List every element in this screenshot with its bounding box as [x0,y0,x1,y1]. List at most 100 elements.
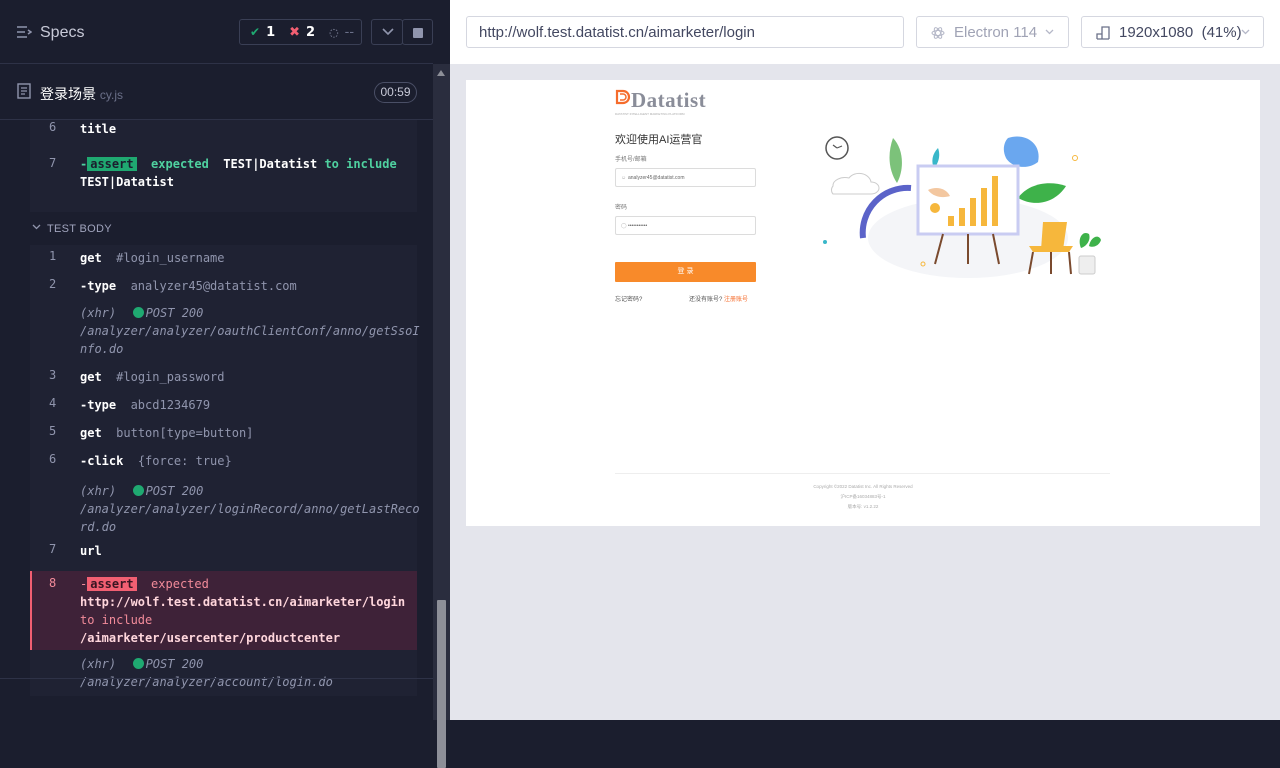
command-arg: analyzer45@datatist.com [130,279,297,293]
command-row[interactable]: 5 get button[type=button] [30,422,417,450]
command-name: get [80,370,102,384]
command-row[interactable]: 1 get #login_username [30,245,417,273]
command-log-scrollbar[interactable] [433,64,450,768]
logo-text: Datatist [631,88,707,112]
xhr-row[interactable]: (xhr) POST 200/analyzer/analyzer/loginRe… [30,478,420,542]
xhr-method: POST 200 [145,484,204,498]
command-arg: {force: true} [137,454,232,468]
specs-list-icon[interactable] [16,25,32,39]
username-value: analyzer45@datatist.com [628,175,685,181]
command-arg: #login_password [116,370,225,384]
xhr-path: /analyzer/analyzer/oauthClientConf/anno/… [80,324,420,338]
reporter-header: Specs ✔ 1 ✖ 2 ◌ -- [0,0,433,64]
command-name: get [80,426,102,440]
pending-stat: ◌ -- [315,25,354,40]
command-log-panel: Specs ✔ 1 ✖ 2 ◌ -- 登录场景 cy.js 00:59 6 title… [0,0,450,768]
viewport-icon [1096,26,1110,40]
xhr-method: POST 200 [145,657,204,671]
viewport-size: 1920x1080 [1119,24,1194,41]
command-row[interactable]: 7 url [30,542,417,571]
chevron-down-icon [32,224,41,230]
xhr-path: /analyzer/analyzer/loginRecord/anno/getL… [80,502,420,516]
password-label: 密码 [615,205,628,211]
spec-name[interactable]: 登录场景 cy.js [40,84,123,104]
command-number: 6 [49,120,57,134]
assert-value: TEST|Datatist [80,175,174,189]
lock-icon: ◯ [621,223,627,229]
password-value: ••••••••••• [628,223,648,229]
viewport-selector[interactable]: 1920x1080 (41%) [1081,16,1264,48]
command-row[interactable]: 6 title [30,120,417,148]
command-row[interactable]: 7 - assert expected TEST|Datatist to incl… [30,148,417,212]
command-name: url [80,544,102,558]
command-row[interactable]: 3 get #login_password [30,366,417,394]
login-illustration [823,136,1101,278]
command-name: get [80,251,102,265]
phone-label: 手机号/邮箱 [615,157,647,163]
footer-divider [615,473,1110,474]
chevron-down-icon [1241,29,1250,35]
stop-button[interactable] [402,19,433,45]
section-title: TEST BODY [47,223,112,235]
assert-text: to include [324,157,397,171]
test-body-section[interactable]: TEST BODY [30,212,417,245]
command-number: 4 [49,396,57,410]
failed-command-row[interactable]: 8 - assert expected http://wolf.test.datat… [30,571,417,650]
command-name: -type [80,398,117,412]
app-preview-panel: http://wolf.test.datatist.cn/aimarketer/… [450,0,1280,720]
assert-text: expected [151,577,209,591]
assert-text: expected [151,157,209,171]
password-field[interactable]: ◯ ••••••••••• [615,216,756,235]
command-arg: abcd1234679 [130,398,211,412]
app-under-test: Datatist DATATIST INTELLIGENT MARKETING … [466,80,1260,526]
command-list: 6 title 7 - assert expected TEST|Datatist… [30,120,420,696]
url-field[interactable]: http://wolf.test.datatist.cn/aimarketer/… [466,16,904,48]
chevron-down-icon [1045,29,1054,35]
command-number: 2 [49,277,57,291]
no-account-text: 还没有账号? [689,297,723,303]
forgot-password-link[interactable]: 忘记密码? [615,294,642,303]
preview-toolbar: http://wolf.test.datatist.cn/aimarketer/… [450,0,1280,64]
browser-selector[interactable]: Electron 114 [916,16,1069,48]
xhr-label: (xhr) [80,306,117,320]
scrollbar-thumb[interactable] [437,600,446,768]
command-number: 1 [49,249,57,263]
x-icon: ✖ [289,24,301,40]
passed-stat: ✔ 1 [240,25,275,40]
stop-icon [413,28,423,38]
pending-icon: ◌ [329,25,339,39]
xhr-row[interactable]: (xhr) POST 200/analyzer/analyzer/oauthCl… [30,301,420,366]
assert-value: http://wolf.test.datatist.cn/aimarketer/… [80,595,406,609]
check-icon: ✔ [250,25,261,39]
browser-label: Electron 114 [954,24,1038,41]
register-link[interactable]: 注册账号 [724,297,748,303]
welcome-title: 欢迎使用AI运营官 [615,134,703,146]
status-dot-icon [132,485,144,496]
spec-name-text: 登录场景 [40,86,96,102]
specs-label[interactable]: Specs [40,24,84,42]
login-button[interactable]: 登 录 [615,262,756,282]
spec-file-header: 登录场景 cy.js 00:59 [0,65,433,120]
duration-badge: 00:59 [374,82,417,103]
username-field[interactable]: ☺ analyzer45@datatist.com [615,168,756,187]
command-row[interactable]: 4 -type abcd1234679 [30,394,417,422]
scroll-up-icon[interactable] [437,70,445,76]
file-icon [17,83,31,99]
command-row[interactable]: 6 -click {force: true} [30,450,417,478]
command-number: 8 [49,576,57,590]
command-name: title [80,122,117,136]
user-icon: ☺ [621,175,627,181]
command-name: -click [80,454,124,468]
expand-toggle-button[interactable] [371,19,403,45]
assert-text: to include [80,613,153,627]
command-row[interactable]: 2 -type analyzer45@datatist.com [30,273,417,301]
xhr-path-cont: nfo.do [80,342,124,356]
command-number: 5 [49,424,57,438]
command-number: 6 [49,452,57,466]
xhr-row[interactable]: (xhr) POST 200/analyzer/analyzer/account… [30,650,417,696]
command-arg: #login_username [116,251,225,265]
panel-footer-divider [0,678,433,679]
icp-text: 沪ICP备16034883号-1 [840,494,886,499]
scroll-down-icon[interactable] [437,708,445,714]
passed-count: 1 [266,24,276,40]
